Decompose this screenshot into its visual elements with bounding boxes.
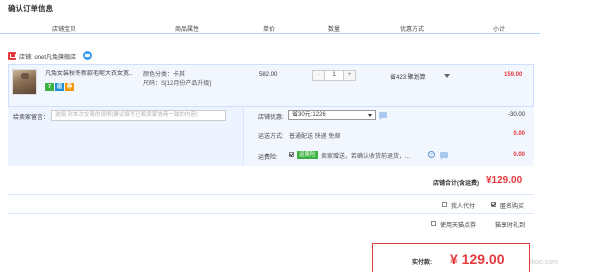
- message-input[interactable]: 选填:对本次交易的说明(建议填写已和卖家协商一致的内容): [51, 110, 226, 121]
- proxy-pay-checkbox[interactable]: [442, 202, 447, 207]
- product-thumbnail[interactable]: [12, 69, 37, 95]
- quantity-increase-button[interactable]: +: [343, 71, 355, 80]
- final-payment-amount: ¥ 129.00: [450, 251, 505, 267]
- divider: [8, 194, 534, 195]
- shipping-label: 运送方式:: [258, 134, 284, 140]
- quantity-input[interactable]: 1: [325, 71, 343, 80]
- anonymous-checkbox[interactable]: [491, 202, 496, 207]
- shipping-method: 普通配送 快递 免邮: [289, 134, 341, 140]
- insurance-checkbox[interactable]: [289, 152, 294, 157]
- store-total-amount: ¥129.00: [486, 175, 523, 186]
- help-icon[interactable]: ?: [428, 151, 435, 158]
- shipping-insurance-icon: 运: [55, 83, 64, 91]
- message-icon-insurance[interactable]: [440, 152, 448, 160]
- insurance-tag: 运费险: [297, 151, 318, 159]
- coupon-label: 店铺优惠:: [258, 115, 284, 121]
- tmall-points-label[interactable]: 使用天猫点券: [440, 220, 476, 229]
- item-subtotal: 159.00: [504, 72, 523, 78]
- col-header-qty: 数量: [328, 27, 341, 33]
- message-label: 给卖家留言：: [13, 115, 50, 121]
- final-payment-label: 实付款:: [412, 260, 432, 266]
- shipping-amount: 0.00: [513, 131, 525, 137]
- quantity-decrease-button[interactable]: -: [313, 71, 325, 80]
- section-title: 确认订单信息: [8, 4, 53, 13]
- quantity-stepper[interactable]: - 1 +: [312, 70, 356, 81]
- coupon-icon: 券: [65, 83, 74, 91]
- col-header-price: 单价: [263, 27, 276, 33]
- chevron-down-icon[interactable]: [444, 74, 450, 78]
- product-size: 尺码：S[12月份产品升级]: [143, 81, 212, 87]
- product-title[interactable]: 凡兔女装秋冬新款毛呢大衣女宽...: [45, 70, 133, 79]
- unit-price: 582.00: [259, 72, 278, 78]
- insurance-desc: 卖家赠送，若确认收货前退货，...: [321, 154, 411, 160]
- anonymous-label[interactable]: 匿名购买: [500, 201, 524, 210]
- promotion-select[interactable]: 省423:聚划算: [390, 72, 426, 81]
- product-color: 颜色分类：卡其: [143, 72, 186, 78]
- coupon-amount: -30.00: [507, 112, 525, 118]
- shop-link[interactable]: 店铺: onet凡兔旗舰店: [19, 52, 76, 61]
- col-header-items: 店铺宝贝: [52, 27, 77, 33]
- proxy-pay-label[interactable]: 我人代付: [451, 201, 475, 210]
- insurance-label: 运费险:: [258, 155, 278, 161]
- divider: [8, 213, 534, 214]
- seven-day-return-icon: 7: [45, 83, 54, 91]
- watermark: ikoo.com: [530, 259, 559, 266]
- message-icon[interactable]: [379, 112, 387, 120]
- shop-icon: [8, 52, 16, 60]
- col-header-props: 商品属性: [175, 27, 200, 33]
- tmall-points-checkbox[interactable]: [431, 221, 436, 226]
- points-note: 猫享时礼到: [495, 223, 526, 229]
- column-header-row: 店铺宝贝 商品属性 单价 数量 优惠方式 小计: [0, 21, 540, 34]
- store-total-label: 店铺合计(含运费): [433, 181, 479, 187]
- chat-wangwang-icon[interactable]: [83, 51, 92, 60]
- insurance-amount: 0.00: [513, 152, 525, 158]
- coupon-select[interactable]: 省30元:1226: [288, 110, 376, 120]
- col-header-promo: 优惠方式: [400, 27, 425, 33]
- col-header-subtotal: 小计: [493, 27, 506, 33]
